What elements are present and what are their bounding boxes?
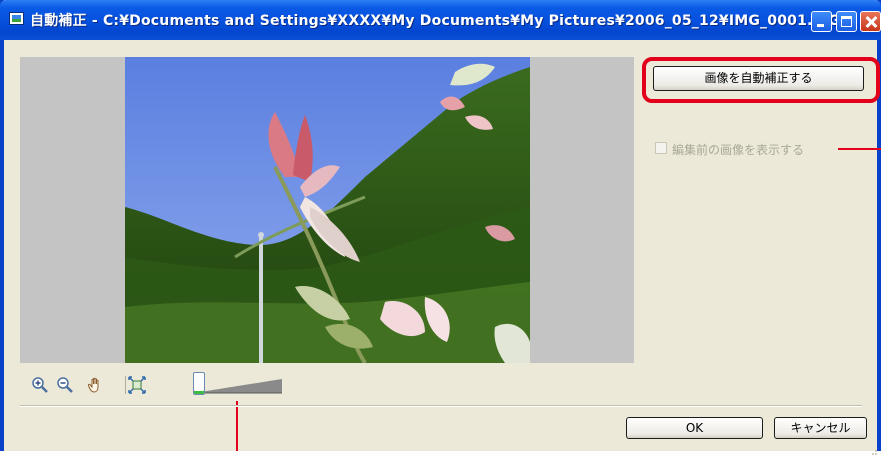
show-before-label: 編集前の画像を表示する [672,143,805,157]
annotation-line-checkbox [838,148,881,150]
toolbar-separator [125,376,126,394]
zoom-slider-track[interactable] [194,375,282,395]
hand-pan-icon[interactable] [87,376,105,394]
minimize-button[interactable] [811,11,832,32]
auto-correct-button[interactable]: 画像を自動補正する [653,66,864,91]
fit-to-window-icon[interactable] [128,376,146,394]
zoom-in-icon[interactable] [31,376,49,394]
preview-photo [125,57,530,363]
show-before-checkbox[interactable] [655,142,667,154]
zoom-slider-thumb[interactable] [193,372,205,395]
window-title: 自動補正 - C:¥Documents and Settings¥XXXX¥My… [30,13,841,29]
annotation-line-slider [236,401,238,451]
close-button[interactable] [860,11,881,32]
ok-button[interactable]: OK [626,417,763,439]
title-bar[interactable]: 自動補正 - C:¥Documents and Settings¥XXXX¥My… [0,0,881,40]
resize-grip-icon[interactable] [870,440,877,455]
maximize-button[interactable] [836,11,857,32]
zoom-out-icon[interactable] [56,376,74,394]
cancel-button[interactable]: キャンセル [774,417,867,439]
footer-divider [20,405,862,407]
image-app-icon [9,12,24,25]
